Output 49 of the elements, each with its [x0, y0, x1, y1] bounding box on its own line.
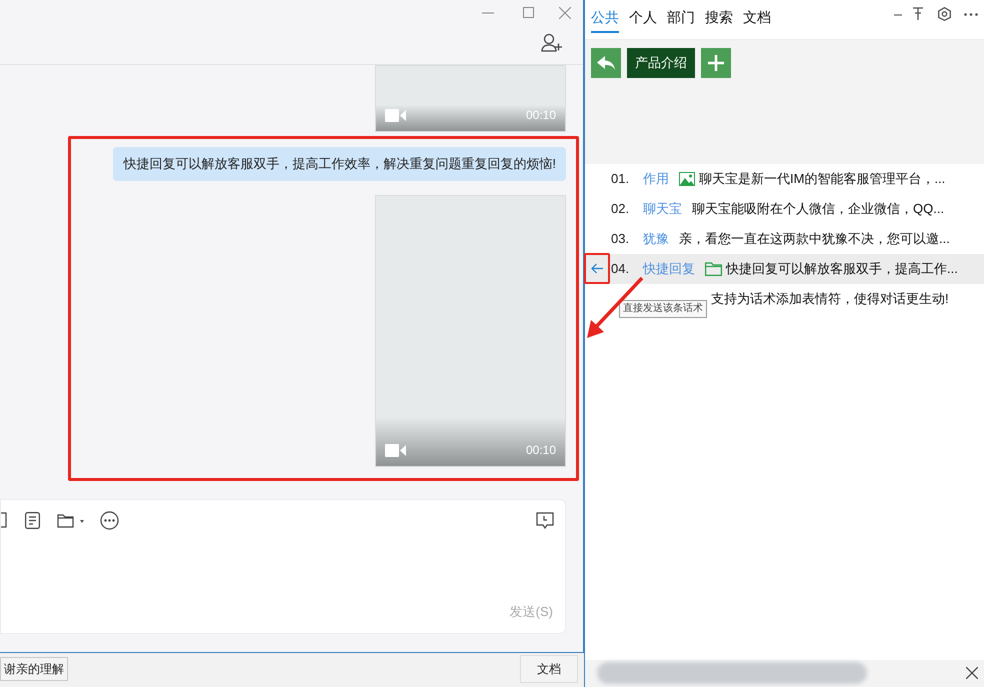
- category-label: 快捷回复: [643, 260, 695, 278]
- video-camera-icon: [385, 109, 406, 122]
- image-icon[interactable]: [1, 512, 7, 528]
- tooltip: 直接发送该条话术: [619, 300, 707, 318]
- send-arrow-icon[interactable]: [591, 263, 604, 274]
- script-row[interactable]: 03. 犹豫 亲，看您一直在这两款中犹豫不决，您可以邀...: [585, 224, 984, 254]
- category-label: 犹豫: [643, 230, 669, 248]
- minimize-icon[interactable]: [482, 12, 494, 14]
- row-number: 01.: [611, 170, 630, 188]
- tab[interactable]: 文档: [743, 8, 771, 33]
- message-bubble: 快捷回复可以解放客服双手，提高工作效率，解决重复问题重复回复的烦恼!: [113, 147, 566, 181]
- row-number: 03.: [611, 230, 630, 248]
- script-row[interactable]: 01. 作用 聊天宝是新一代IM的智能客服管理平台，...: [585, 164, 984, 194]
- category-label: 聊天宝: [643, 200, 682, 218]
- row-number: 04.: [611, 260, 630, 278]
- add-person-icon[interactable]: [541, 33, 563, 52]
- reply-icon: [597, 56, 615, 70]
- annotation-box: [584, 253, 610, 284]
- tab[interactable]: 公共: [591, 8, 619, 33]
- script-text: 亲，看您一直在这两款中犹豫不决，您可以邀...: [679, 230, 950, 248]
- tab[interactable]: 部门: [667, 8, 695, 33]
- script-text: 聊天宝是新一代IM的智能客服管理平台，...: [699, 170, 946, 188]
- more-icon[interactable]: [964, 13, 978, 16]
- folder-icon[interactable]: [57, 513, 85, 528]
- add-button[interactable]: [701, 48, 731, 78]
- settings-icon[interactable]: [938, 7, 951, 21]
- plus-icon: [708, 55, 724, 71]
- more-icon[interactable]: [100, 511, 119, 530]
- script-row[interactable]: 04. 快捷回复 快捷回复可以解放客服双手，提高工作...: [585, 254, 984, 284]
- category-label: 作用: [643, 170, 669, 188]
- quick-phrase-button[interactable]: 谢亲的理解: [0, 657, 68, 681]
- chat-history-icon[interactable]: [536, 512, 554, 529]
- script-text: 快捷回复可以解放客服双手，提高工作...: [726, 260, 958, 278]
- row-number: 02.: [611, 200, 630, 218]
- minimize-icon[interactable]: [894, 14, 902, 16]
- video-duration: 00:10: [526, 442, 556, 459]
- tab[interactable]: 个人: [629, 8, 657, 33]
- video-camera-icon: [385, 444, 406, 457]
- folder-button[interactable]: 产品介绍: [627, 48, 695, 78]
- back-button[interactable]: [591, 48, 621, 78]
- video-duration: 00:10: [526, 107, 556, 124]
- script-row[interactable]: 02. 聊天宝 聊天宝能吸附在个人微信，企业微信，QQ...: [585, 194, 984, 224]
- document-icon[interactable]: [25, 512, 40, 529]
- tab[interactable]: 搜索: [705, 8, 733, 33]
- pin-icon[interactable]: [912, 7, 924, 21]
- maximize-icon[interactable]: [523, 7, 534, 18]
- document-button[interactable]: 文档: [520, 655, 578, 683]
- script-text: 聊天宝能吸附在个人微信，企业微信，QQ...: [692, 200, 944, 218]
- close-icon[interactable]: [966, 667, 978, 679]
